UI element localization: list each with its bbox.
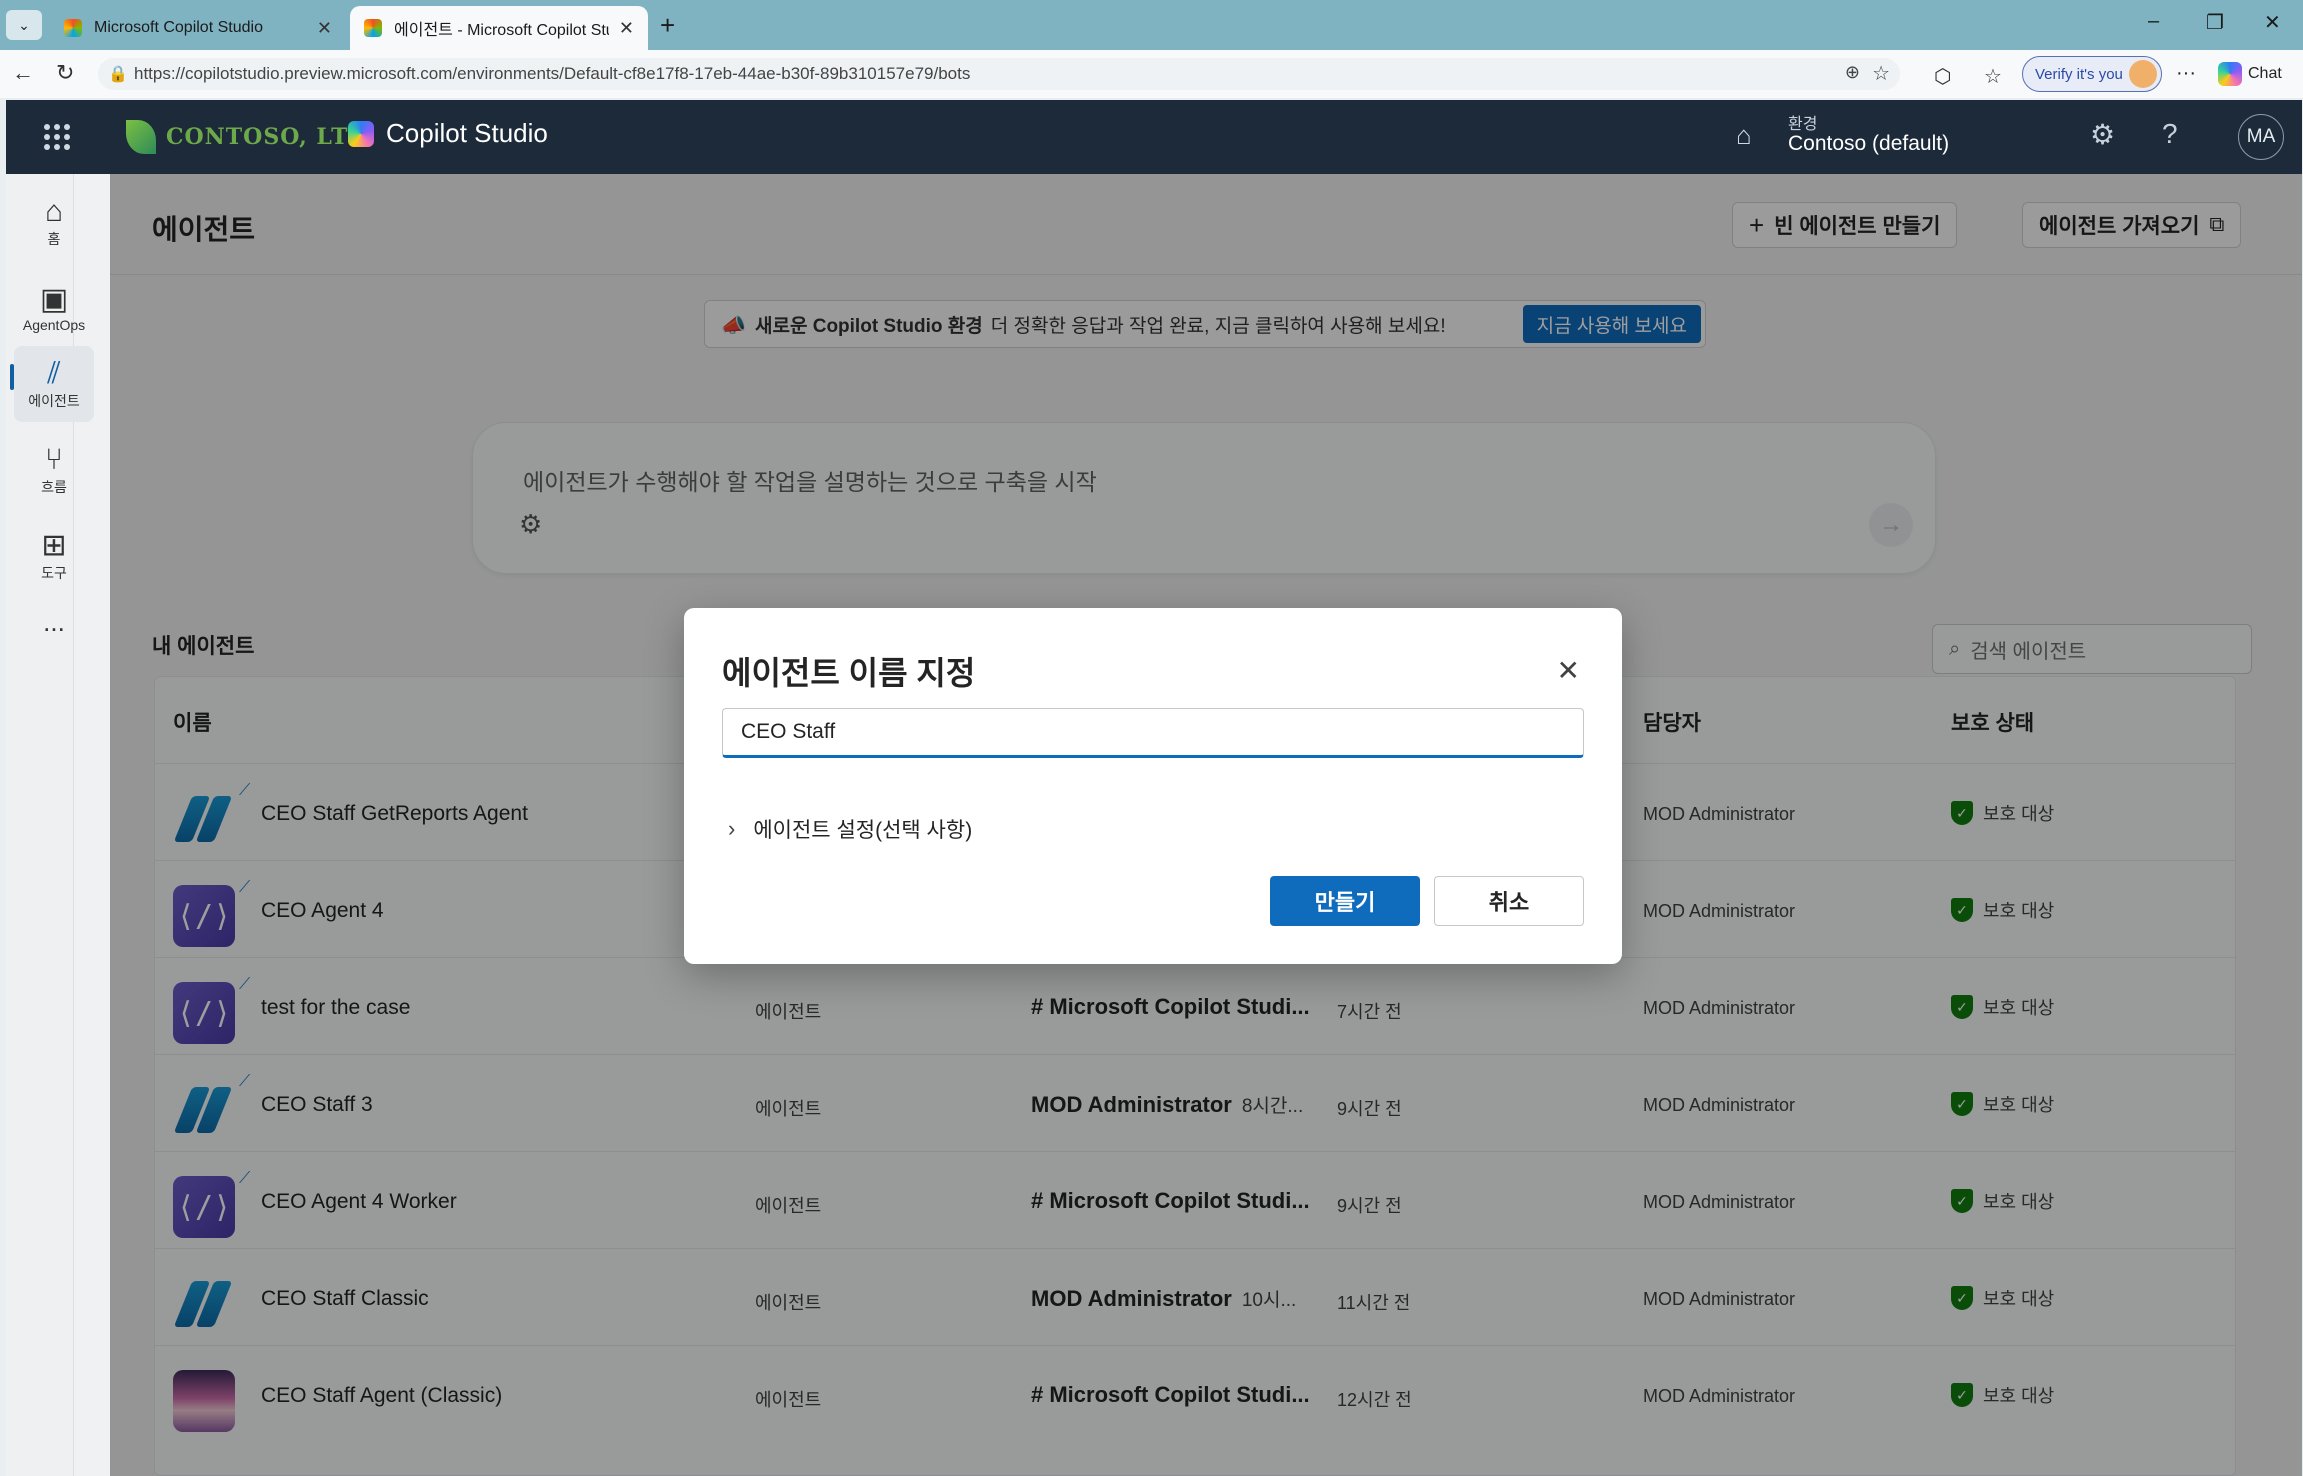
environment-label: 환경 (1788, 116, 1818, 133)
minimize-icon[interactable]: – (2148, 10, 2159, 33)
new-tab-icon[interactable]: + (660, 10, 675, 41)
verify-identity-button[interactable]: Verify it's you (2022, 56, 2162, 92)
home-icon: ⌂ (44, 195, 64, 228)
left-navigation-rail: ⌂ 홈 ▣ AgentOps ⫽ 에이전트 ⑂ 흐름 ⊞ 도구 ... (6, 174, 94, 1476)
app-launcher-icon[interactable] (44, 124, 70, 150)
copilot-studio-favicon-icon (364, 19, 382, 37)
dialog-title: 에이전트 이름 지정 (722, 655, 976, 691)
close-tab-icon[interactable]: ✕ (317, 18, 332, 39)
browser-tab-bar: ⌄ Microsoft Copilot Studio ✕ 에이전트 - Micr… (0, 0, 2303, 50)
agents-icon: ⫽ (47, 357, 61, 390)
url-text: https://copilotstudio.preview.microsoft.… (134, 64, 971, 83)
agent-name-input[interactable] (722, 708, 1584, 758)
restore-icon[interactable]: ❐ (2206, 10, 2224, 35)
rail-item-agents[interactable]: ⫽ 에이전트 (14, 346, 94, 422)
copilot-studio-logo-icon (348, 120, 374, 147)
rail-item-home[interactable]: ⌂ 홈 (14, 184, 94, 260)
favorites-icon[interactable]: ☆ (1984, 64, 2002, 89)
org-name: CONTOSO, LTD. (166, 124, 377, 150)
chevron-right-icon: › (728, 816, 736, 841)
close-icon[interactable]: ✕ (1557, 654, 1580, 687)
back-icon[interactable]: ← (12, 60, 34, 86)
product-brand[interactable]: Copilot Studio (348, 118, 548, 149)
create-button[interactable]: 만들기 (1270, 876, 1420, 926)
tab-actions-menu[interactable]: ⌄ (6, 10, 42, 40)
tab-title: Microsoft Copilot Studio (94, 19, 263, 36)
rail-item-agentops[interactable]: ▣ AgentOps (14, 270, 94, 346)
help-icon[interactable]: ? (2162, 118, 2178, 150)
extensions-icon[interactable]: ⬡ (1934, 64, 1951, 89)
url-field[interactable]: 🔒 https://copilotstudio.preview.microsof… (98, 58, 1900, 90)
lock-icon[interactable]: 🔒 (108, 64, 128, 84)
address-bar-row: ← ↻ 🔒 https://copilotstudio.preview.micr… (0, 50, 2303, 98)
product-name: Copilot Studio (386, 118, 548, 148)
zoom-icon[interactable]: ⊕ (1845, 62, 1860, 83)
name-agent-dialog: 에이전트 이름 지정 ✕ › 에이전트 설정(선택 사항) 만들기 취소 (684, 608, 1622, 964)
rail-more-button[interactable]: ... (14, 584, 94, 660)
rail-label: 에이전트 (28, 393, 80, 409)
agentops-icon: ▣ (39, 283, 69, 316)
tools-icon: ⊞ (41, 529, 67, 562)
profile-avatar-icon (2129, 60, 2157, 88)
copilot-icon (2218, 62, 2242, 86)
copilot-chat-button[interactable]: Chat (2218, 62, 2282, 86)
browser-tab-active[interactable]: 에이전트 - Microsoft Copilot Studio ✕ (350, 6, 648, 50)
favorite-star-icon[interactable]: ☆ (1872, 61, 1890, 86)
chat-label: Chat (2248, 65, 2282, 82)
copilot-studio-favicon-icon (64, 19, 82, 37)
agent-settings-expander[interactable]: › 에이전트 설정(선택 사항) (728, 814, 972, 844)
more-icon: ... (43, 606, 65, 637)
rail-item-flows[interactable]: ⑂ 흐름 (14, 432, 94, 508)
verify-label: Verify it's you (2035, 65, 2123, 83)
chevron-down-icon: ⌄ (18, 16, 30, 33)
close-tab-icon[interactable]: ✕ (619, 18, 634, 39)
expander-label: 에이전트 설정(선택 사항) (753, 819, 973, 842)
org-logo[interactable]: CONTOSO, LTD. (126, 120, 376, 154)
browser-tab[interactable]: Microsoft Copilot Studio ✕ (50, 6, 346, 50)
more-icon[interactable]: ··· (2176, 62, 2196, 85)
app-header: CONTOSO, LTD. Copilot Studio ⌂ 환경 Contos… (6, 100, 2302, 174)
rail-label: 흐름 (41, 479, 67, 495)
environment-icon[interactable]: ⌂ (1736, 120, 1770, 154)
refresh-icon[interactable]: ↻ (56, 60, 74, 86)
cancel-button[interactable]: 취소 (1434, 876, 1584, 926)
tab-title: 에이전트 - Microsoft Copilot Studio (394, 22, 609, 39)
contoso-leaf-icon (126, 120, 156, 154)
rail-label: 홈 (47, 231, 61, 247)
environment-picker[interactable]: Contoso (default) (1788, 132, 1949, 156)
close-window-icon[interactable]: ✕ (2264, 10, 2281, 35)
settings-gear-icon[interactable]: ⚙ (2090, 118, 2115, 151)
user-avatar[interactable]: MA (2238, 114, 2284, 160)
rail-label: 도구 (41, 565, 67, 581)
rail-item-tools[interactable]: ⊞ 도구 (14, 518, 94, 594)
flow-icon: ⑂ (45, 443, 63, 476)
rail-label: AgentOps (22, 317, 86, 333)
